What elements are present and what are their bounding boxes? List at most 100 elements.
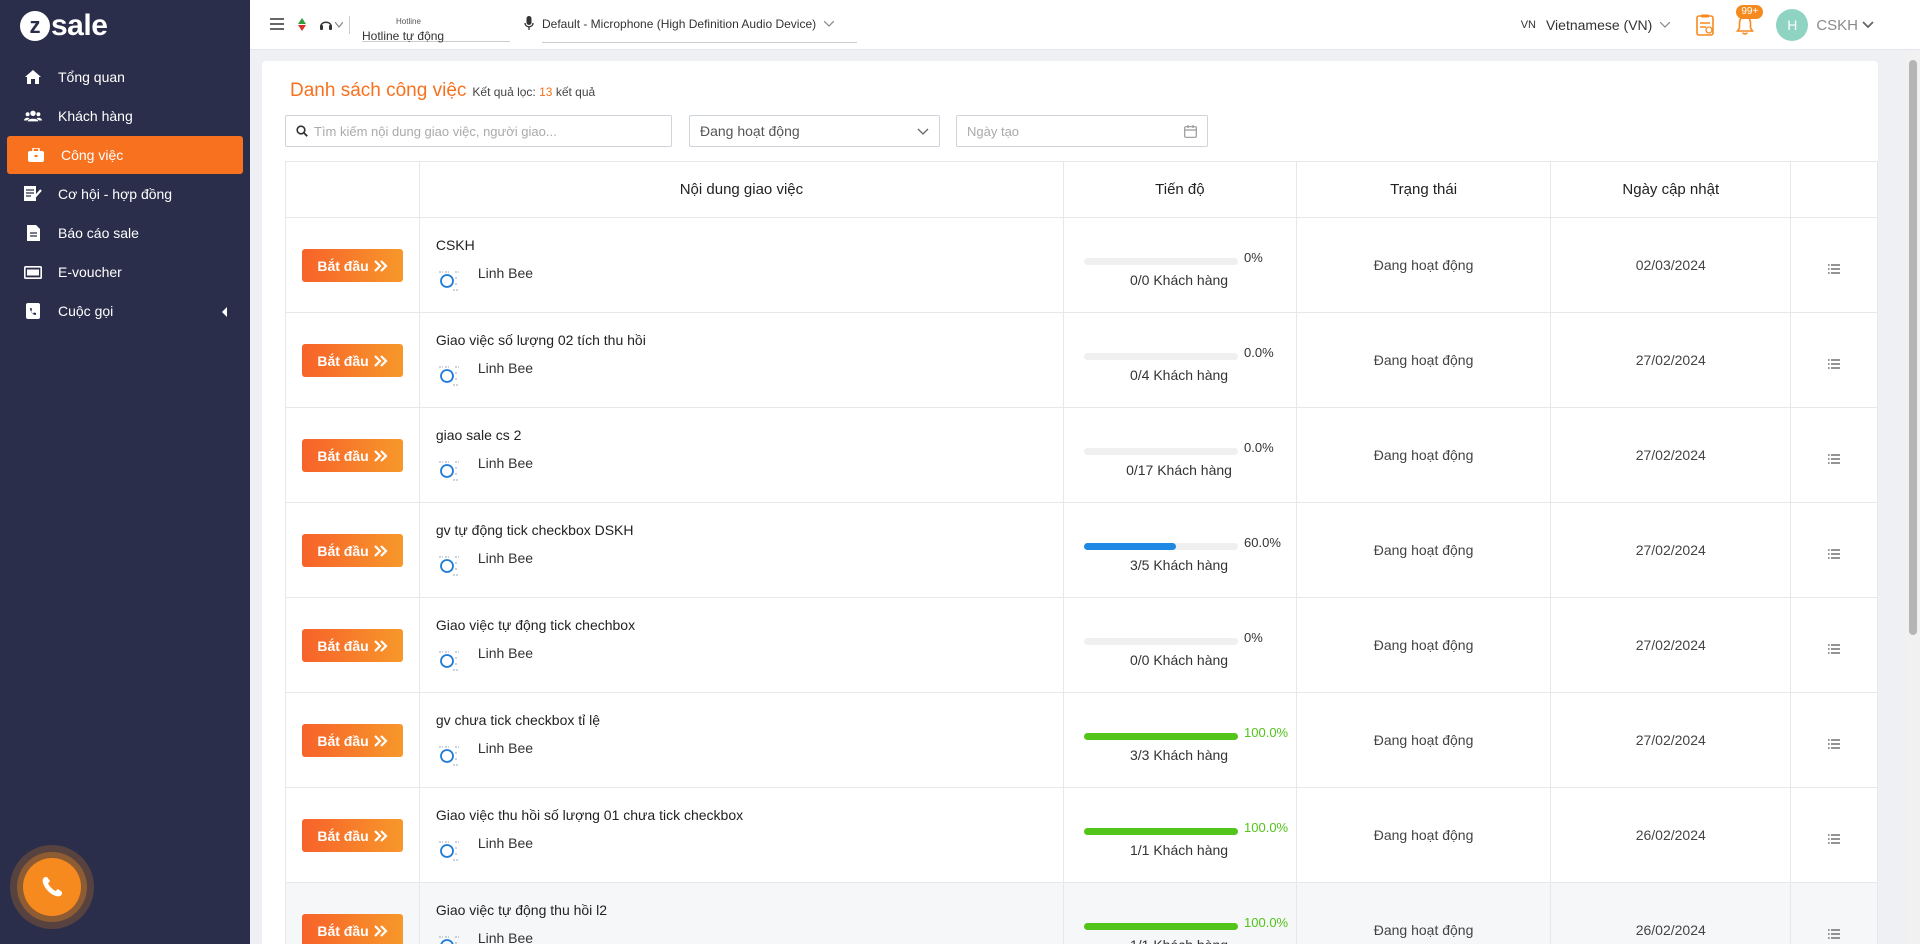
start-button[interactable]: Bắt đầu xyxy=(302,249,403,282)
task-title[interactable]: Giao việc thu hồi số lượng 01 chưa tick … xyxy=(436,807,743,823)
start-button[interactable]: Bắt đầu xyxy=(302,439,403,472)
audio-device-select[interactable]: Default - Microphone (High Definition Au… xyxy=(542,7,857,43)
start-button-label: Bắt đầu xyxy=(317,922,369,939)
list-menu-icon xyxy=(1828,929,1841,939)
task-title[interactable]: Giao việc tự động tick chechbox xyxy=(436,617,635,633)
table-row: Bắt đầu Giao việc thu hồi số lượng 01 ch… xyxy=(286,788,1877,883)
call-direction-icon[interactable] xyxy=(298,18,306,31)
task-title[interactable]: gv chưa tick checkbox tỉ lệ xyxy=(436,712,600,728)
progress: 0% 0/0 Khách hàng xyxy=(1084,630,1274,668)
user-menu[interactable]: CSKH xyxy=(1816,17,1874,34)
avatar[interactable]: H xyxy=(1776,9,1809,41)
row-actions[interactable] xyxy=(1791,503,1877,597)
updated-date: 02/03/2024 xyxy=(1635,257,1706,273)
hamburger-menu-icon[interactable] xyxy=(270,17,284,33)
list-menu-icon xyxy=(1828,454,1841,464)
phone-icon xyxy=(23,858,81,916)
sidebar-item-e-voucher[interactable]: E-voucher xyxy=(7,253,243,291)
row-actions[interactable] xyxy=(1791,218,1877,312)
microphone-icon xyxy=(524,15,534,34)
table-row: Bắt đầu Giao việc tự động tick chechbox … xyxy=(286,598,1877,693)
sidebar-item-cuoc-goi[interactable]: Cuộc gọi xyxy=(7,292,243,330)
assignee-avatar-icon xyxy=(438,841,459,861)
status-text: Đang hoạt động xyxy=(1373,922,1474,938)
row-actions[interactable] xyxy=(1791,408,1877,502)
assignee: Linh Bee xyxy=(436,928,533,944)
logo[interactable]: z sale xyxy=(0,0,250,52)
column-header-updated: Ngày cập nhật xyxy=(1551,162,1792,217)
start-button[interactable]: Bắt đầu xyxy=(302,724,403,757)
progress-text: 3/5 Khách hàng xyxy=(1129,557,1229,573)
start-button-label: Bắt đầu xyxy=(317,827,369,844)
sidebar-item-bao-cao-sale[interactable]: Báo cáo sale xyxy=(7,214,243,252)
start-button[interactable]: Bắt đầu xyxy=(302,629,403,662)
calendar-icon xyxy=(1184,124,1197,138)
progress-percent: 0% xyxy=(1244,630,1263,645)
assignee: Linh Bee xyxy=(436,263,533,293)
notification-bell[interactable]: 99+ xyxy=(1732,5,1764,38)
row-actions[interactable] xyxy=(1791,788,1877,882)
created-date-picker[interactable]: Ngày tạo xyxy=(956,115,1208,147)
assignee-name: Linh Bee xyxy=(477,455,534,471)
double-chevron-right-icon xyxy=(373,354,388,367)
filter-prefix: Kết quả lọc: xyxy=(472,85,536,99)
assignee-avatar-icon xyxy=(438,461,459,481)
page-scrollbar[interactable] xyxy=(1906,50,1920,944)
progress-text: 1/1 Khách hàng xyxy=(1084,937,1274,944)
progress-bar xyxy=(1084,353,1239,360)
updated-date: 26/02/2024 xyxy=(1635,922,1706,938)
table-row: Bắt đầu gv tự động tick checkbox DSKH Li… xyxy=(286,503,1877,598)
status-filter-select[interactable]: Đang hoạt động xyxy=(689,115,940,147)
progress: 100.0% 1/1 Khách hàng xyxy=(1084,820,1288,858)
progress-bar xyxy=(1084,923,1239,930)
language-select[interactable]: Vietnamese (VN) xyxy=(1546,17,1671,33)
assignee-name: Linh Bee xyxy=(477,740,534,756)
progress-text: 3/3 Khách hàng xyxy=(1129,747,1229,763)
status-text: Đang hoạt động xyxy=(1373,542,1474,558)
scrollbar-thumb[interactable] xyxy=(1909,60,1917,635)
start-button[interactable]: Bắt đầu xyxy=(302,534,403,567)
updated-date: 27/02/2024 xyxy=(1635,637,1706,653)
start-button[interactable]: Bắt đầu xyxy=(302,344,403,377)
row-actions[interactable] xyxy=(1791,598,1877,692)
double-chevron-right-icon xyxy=(373,829,388,842)
updated-date: 26/02/2024 xyxy=(1635,827,1706,843)
sidebar-item-co-hoi-hop-dong[interactable]: Cơ hội - hợp đồng xyxy=(7,175,243,213)
progress: 0.0% 0/17 Khách hàng xyxy=(1084,440,1274,478)
assignee-avatar-icon xyxy=(438,271,459,291)
start-button[interactable]: Bắt đầu xyxy=(302,819,403,852)
progress: 100.0% 1/1 Khách hàng xyxy=(1084,915,1288,944)
double-chevron-right-icon xyxy=(373,924,388,937)
chevron-down-icon xyxy=(1660,22,1671,28)
status-text: Đang hoạt động xyxy=(1373,352,1474,368)
hotline-field[interactable]: Hotline Hotline tự động xyxy=(362,8,510,43)
sidebar-item-label: Khách hàng xyxy=(58,108,133,124)
row-actions[interactable] xyxy=(1791,313,1877,407)
call-fab[interactable] xyxy=(10,845,94,929)
task-title[interactable]: Giao việc số lượng 02 tích thu hồi xyxy=(436,332,646,348)
sidebar-item-khach-hang[interactable]: Khách hàng xyxy=(7,97,243,135)
progress: 0% 0/0 Khách hàng xyxy=(1084,250,1274,288)
filter-summary: Kết quả lọc: 13 kết quả xyxy=(472,85,595,99)
row-actions[interactable] xyxy=(1791,693,1877,787)
sidebar-item-cong-viec[interactable]: Công việc xyxy=(7,136,243,174)
task-title[interactable]: giao sale cs 2 xyxy=(436,427,522,443)
assignee: Linh Bee xyxy=(436,833,533,863)
headset-dropdown[interactable] xyxy=(319,18,343,32)
list-menu-icon xyxy=(1828,264,1841,274)
sidebar: z sale Tổng quan Khách hàng Công việc Cơ… xyxy=(0,0,250,944)
task-title[interactable]: CSKH xyxy=(436,237,475,253)
status-text: Đang hoạt động xyxy=(1373,732,1474,748)
progress-fill xyxy=(1084,828,1239,835)
hotline-label: Hotline xyxy=(396,16,421,26)
task-list-icon[interactable] xyxy=(1692,12,1718,38)
task-title[interactable]: Giao việc tự động thu hồi l2 xyxy=(436,902,607,918)
column-header xyxy=(1791,162,1877,217)
sidebar-item-tong-quan[interactable]: Tổng quan xyxy=(7,58,243,96)
task-title[interactable]: gv tự động tick checkbox DSKH xyxy=(436,522,634,538)
phone-book-icon xyxy=(24,302,42,320)
start-button[interactable]: Bắt đầu xyxy=(302,914,403,944)
row-actions[interactable] xyxy=(1791,883,1877,944)
sidebar-item-label: Cơ hội - hợp đồng xyxy=(58,186,173,202)
search-input[interactable] xyxy=(314,123,654,139)
